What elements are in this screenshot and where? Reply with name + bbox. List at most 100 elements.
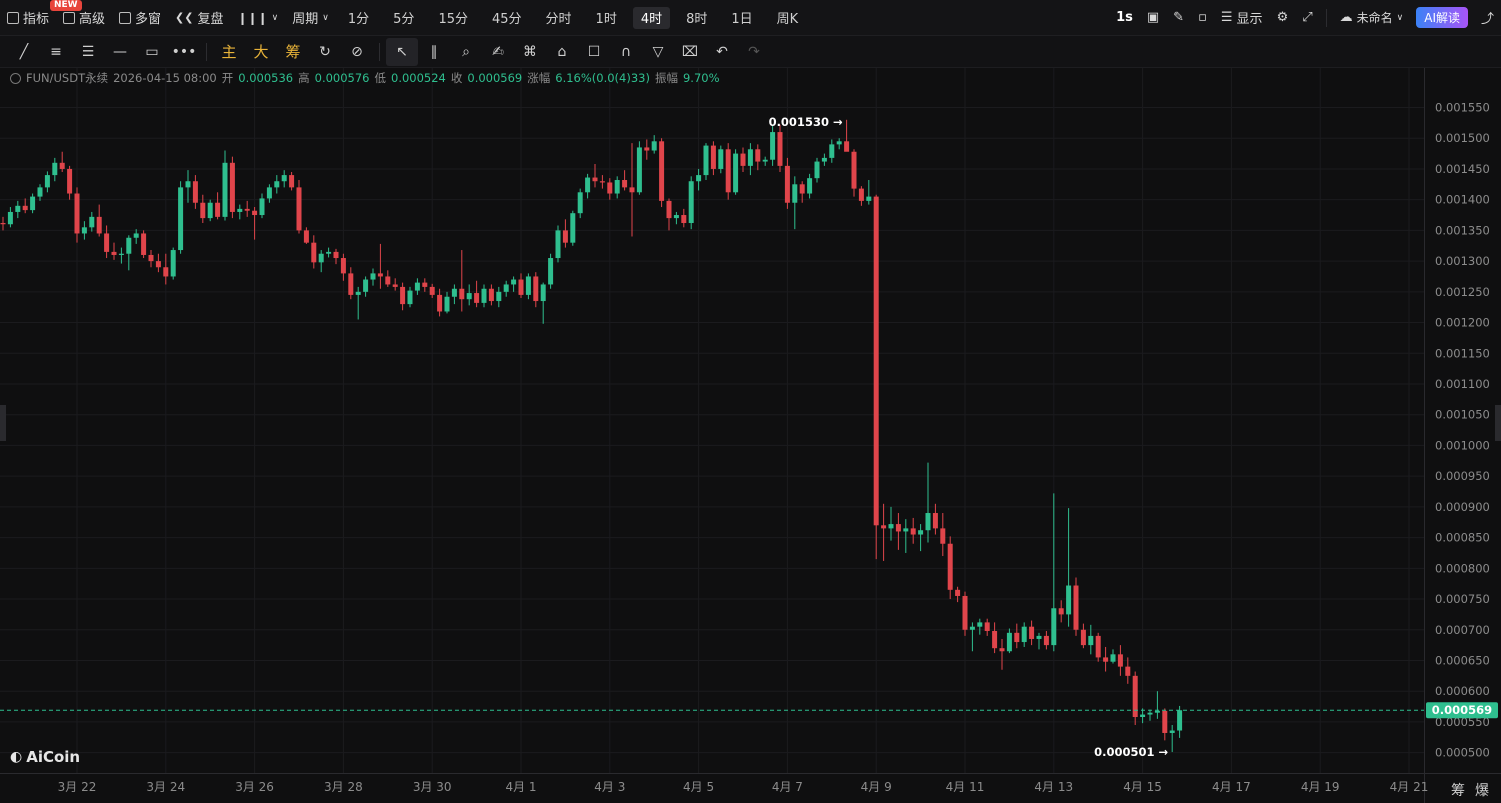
period-option[interactable]: 15分 [426, 0, 480, 36]
candle-body[interactable] [326, 251, 332, 254]
candle-body[interactable] [570, 213, 576, 243]
period-option[interactable]: 周K [765, 0, 811, 36]
candle-body[interactable] [1110, 654, 1116, 662]
magnet-tool[interactable]: ∩ [610, 38, 642, 66]
candle-body[interactable] [1132, 675, 1138, 718]
candle-body[interactable] [747, 149, 753, 166]
candle-body[interactable] [866, 196, 872, 201]
candle-body[interactable] [592, 177, 598, 182]
candle-body[interactable] [266, 187, 272, 199]
undo-button[interactable]: ↶ [706, 38, 738, 66]
candle-body[interactable] [333, 251, 339, 259]
candle-body[interactable] [400, 286, 406, 305]
candle-body[interactable] [1043, 635, 1049, 646]
candle-body[interactable] [118, 253, 124, 255]
candle-body[interactable] [533, 276, 539, 302]
candle-body[interactable] [1029, 626, 1035, 639]
candle-body[interactable] [481, 288, 487, 303]
cursor-tool[interactable]: ↖ [386, 37, 418, 66]
candle-body[interactable] [696, 175, 702, 182]
candle-body[interactable] [44, 175, 50, 188]
candle-body[interactable] [274, 181, 280, 188]
candle-body[interactable] [244, 208, 250, 211]
candle-body[interactable] [562, 230, 568, 243]
candle-body[interactable] [903, 528, 909, 532]
candle-body[interactable] [770, 132, 776, 160]
candle-body[interactable] [488, 288, 494, 302]
period-option[interactable]: 45分 [480, 0, 534, 36]
candle-body[interactable] [0, 223, 6, 225]
candle-body[interactable] [688, 181, 694, 224]
candle-body[interactable] [111, 251, 117, 255]
candle-body[interactable] [599, 181, 605, 183]
period-option[interactable]: 1时 [584, 0, 629, 36]
candle-body[interactable] [910, 528, 916, 535]
candle-body[interactable] [1169, 730, 1175, 733]
candle-body[interactable] [392, 284, 398, 287]
template-tool[interactable]: ☐ [578, 38, 610, 66]
candle-body[interactable] [141, 233, 147, 255]
candle-body[interactable] [370, 273, 376, 280]
candle-body[interactable] [725, 149, 731, 193]
candle-body[interactable] [1162, 710, 1168, 733]
candle-body[interactable] [1014, 632, 1020, 643]
candle-body[interactable] [163, 267, 169, 277]
candle-body[interactable] [555, 230, 561, 259]
candle-body[interactable] [444, 296, 450, 312]
candle-body[interactable] [451, 288, 457, 297]
candle-body[interactable] [525, 276, 531, 295]
candle-body[interactable] [178, 187, 184, 251]
candle-body[interactable] [540, 284, 546, 302]
candle-body[interactable] [955, 589, 961, 596]
candle-body[interactable] [318, 253, 324, 263]
candle-body[interactable] [984, 622, 990, 631]
interval-button[interactable]: 1s [1109, 0, 1140, 36]
candle-body[interactable] [474, 293, 480, 303]
candle-body[interactable] [710, 145, 716, 169]
candle-body[interactable] [466, 293, 472, 300]
candle-body[interactable] [229, 162, 235, 212]
candle-body[interactable] [755, 149, 761, 162]
candle-body[interactable] [1154, 710, 1160, 713]
candle-body[interactable] [821, 157, 827, 162]
candle-body[interactable] [237, 208, 243, 212]
candle-body[interactable] [126, 237, 132, 254]
candle-body[interactable] [496, 291, 502, 302]
candle-body[interactable] [1080, 629, 1086, 646]
candle-body[interactable] [363, 279, 369, 292]
candle-body[interactable] [185, 181, 191, 188]
right-panel-handle[interactable] [1495, 405, 1501, 441]
candle-body[interactable] [340, 258, 346, 274]
candle-body[interactable] [81, 227, 87, 234]
ruler-tool[interactable]: ∥ [418, 38, 450, 66]
multiwindow-button[interactable]: 多窗 [112, 0, 168, 36]
symbol-label[interactable]: FUN/USDT永续 [26, 70, 108, 86]
candle-body[interactable] [303, 230, 309, 243]
candle-body[interactable] [651, 141, 657, 151]
candle-body[interactable] [844, 141, 850, 152]
candle-body[interactable] [104, 233, 110, 252]
horizontal-lines-tool[interactable]: ☰ [72, 38, 104, 66]
candle-body[interactable] [148, 254, 154, 262]
candle-body[interactable] [644, 147, 650, 151]
candle-body[interactable] [30, 196, 36, 211]
lock-tool[interactable]: ⌂ [546, 38, 578, 66]
candle-body[interactable] [992, 630, 998, 649]
candle-body[interactable] [666, 200, 672, 219]
candle-body[interactable] [296, 187, 302, 231]
fullscreen-button[interactable]: ⤢ [1295, 0, 1319, 36]
liquidation-toggle[interactable]: 爆 [1475, 780, 1489, 800]
candle-body[interactable] [1117, 654, 1123, 667]
settings-button[interactable]: ⚙ [1270, 0, 1296, 36]
chip-distribution-toggle[interactable]: 筹 [1451, 780, 1465, 800]
candle-body[interactable] [733, 153, 739, 193]
candle-body[interactable] [1095, 635, 1101, 658]
candle-body[interactable] [858, 188, 864, 201]
candle-body[interactable] [614, 180, 620, 194]
candle-body[interactable] [385, 276, 391, 285]
candle-body[interactable] [96, 216, 102, 234]
candle-body[interactable] [15, 205, 21, 212]
candle-body[interactable] [1103, 657, 1109, 662]
candle-body[interactable] [1058, 608, 1064, 615]
candle-body[interactable] [429, 286, 435, 295]
